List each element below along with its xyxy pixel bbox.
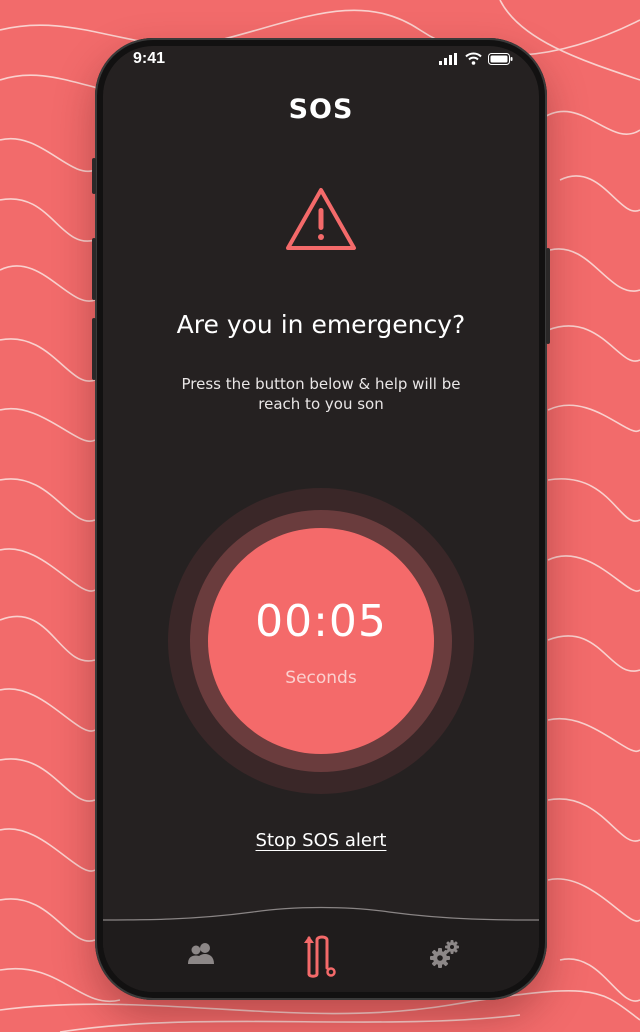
stop-sos-link[interactable]: Stop SOS alert: [256, 830, 387, 851]
stop-sos-container: Stop SOS alert: [103, 830, 539, 851]
tab-sos[interactable]: [295, 922, 347, 986]
power-button: [546, 248, 550, 344]
settings-icon: [430, 940, 459, 968]
countdown-timer: 00:05: [255, 596, 387, 647]
warning-icon: [286, 188, 356, 250]
app-screen: 9:41 SOS Are you in emergency? Press the…: [103, 46, 539, 992]
volume-down-button: [92, 318, 96, 380]
countdown-unit-label: Seconds: [285, 668, 357, 688]
volume-up-button: [92, 238, 96, 300]
tab-contacts[interactable]: [173, 926, 229, 982]
signal-icon: [439, 53, 457, 65]
contacts-icon: [188, 943, 214, 964]
battery-icon: [488, 53, 513, 65]
status-time: 9:41: [133, 50, 166, 67]
mute-switch: [92, 158, 96, 194]
status-icons: [439, 52, 513, 65]
emergency-description: Press the button below & help will be re…: [181, 375, 461, 413]
emergency-heading: Are you in emergency?: [176, 310, 466, 339]
sos-route-icon: [304, 935, 336, 978]
tab-settings[interactable]: [417, 926, 473, 982]
wifi-icon: [465, 52, 482, 65]
page-title: SOS: [288, 94, 354, 125]
phone-frame: 9:41 SOS Are you in emergency? Press the…: [92, 38, 550, 1000]
sos-countdown-button[interactable]: 00:05 Seconds: [208, 528, 434, 754]
